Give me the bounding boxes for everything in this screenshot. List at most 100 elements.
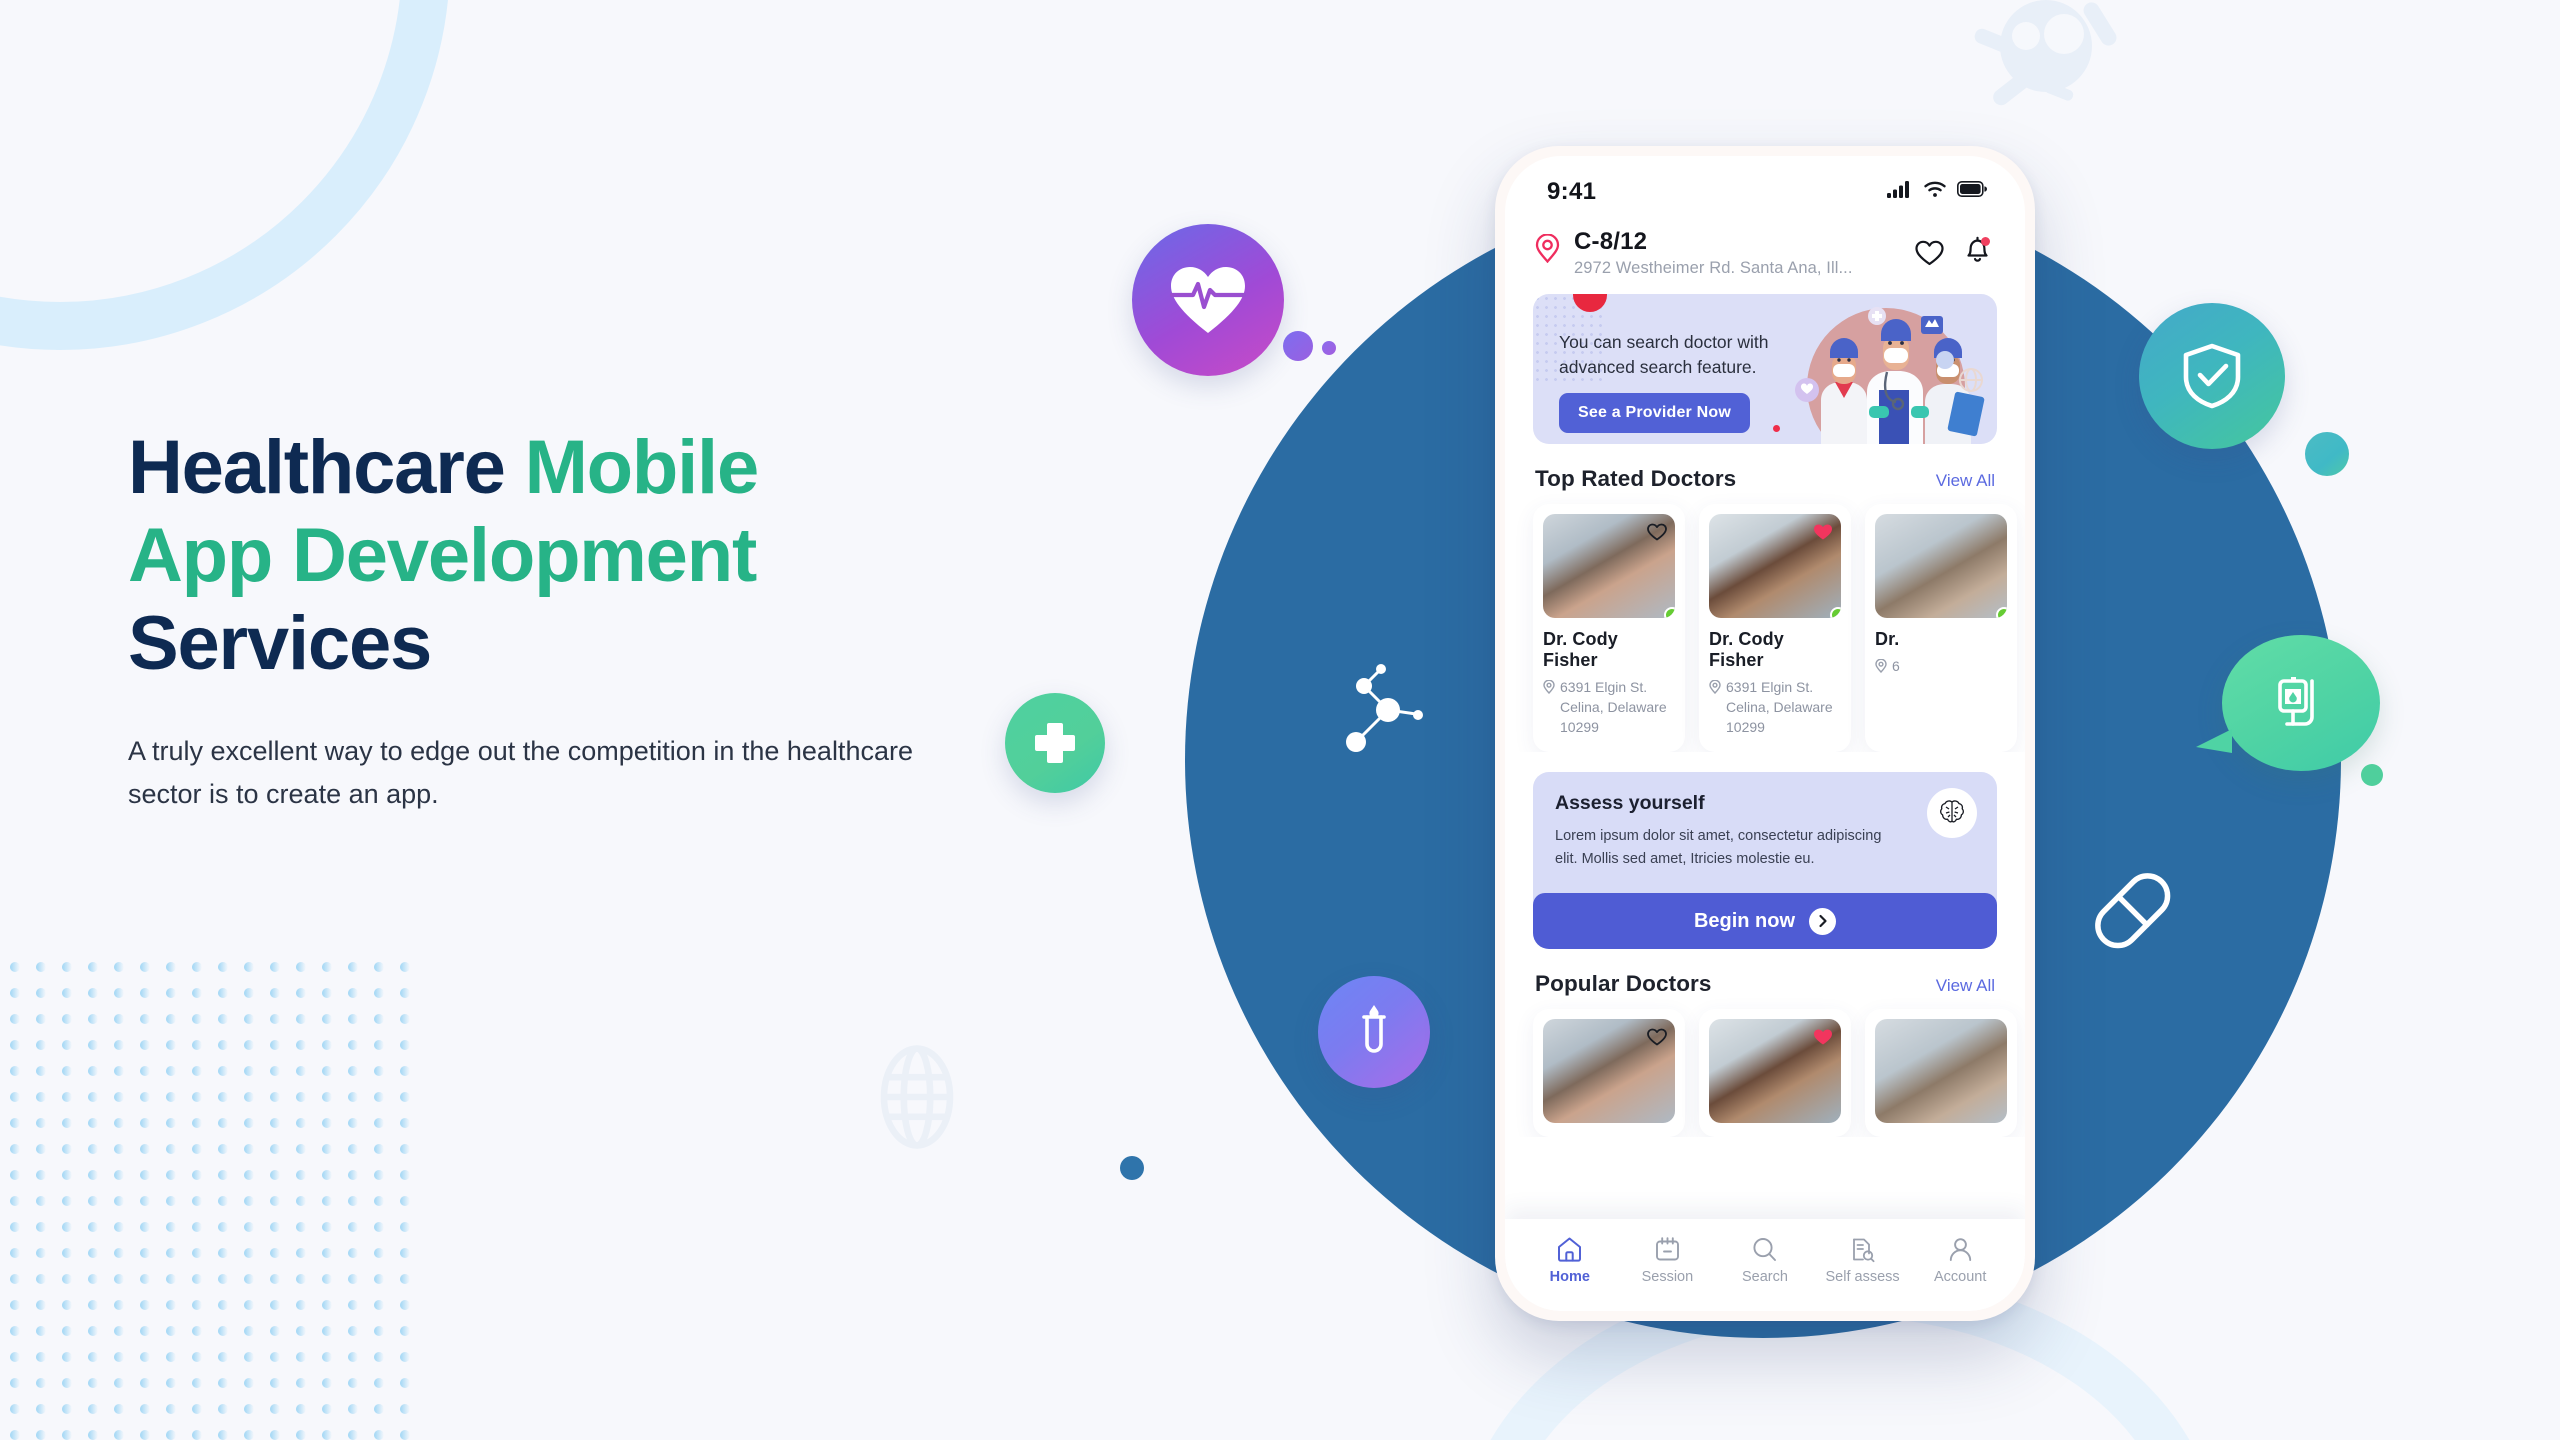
calendar-icon <box>1655 1236 1679 1260</box>
online-status-dot <box>1996 607 2007 618</box>
doctor-photo <box>1543 1019 1675 1123</box>
popular-view-all[interactable]: View All <box>1936 976 1995 996</box>
favorite-icon[interactable] <box>1646 521 1668 543</box>
doctor-address: 6391 Elgin St. Celina, Delaware 10299 <box>1543 678 1675 738</box>
search-icon <box>1753 1237 1777 1261</box>
favorite-icon-filled[interactable] <box>1812 1026 1834 1048</box>
doctor-card[interactable]: Dr. 6 <box>1865 504 2017 752</box>
notification-bell[interactable] <box>1964 236 1991 269</box>
doctor-card[interactable]: Dr. Cody Fisher 6391 Elgin St. Celina, D… <box>1699 504 1851 752</box>
top-rated-header: Top Rated Doctors View All <box>1505 444 2025 492</box>
globe-icon <box>880 1045 954 1149</box>
doctor-photo <box>1709 514 1841 618</box>
test-tube-icon <box>1318 976 1430 1088</box>
location-address: 2972 Westheimer Rd. Santa Ana, Ill... <box>1574 259 1853 277</box>
tab-search[interactable]: Search <box>1722 1236 1808 1285</box>
bottom-navigation: Home Session Search Self assess Account <box>1505 1219 2025 1311</box>
tab-session[interactable]: Session <box>1624 1236 1710 1285</box>
doctor-address-text: 6391 Elgin St. Celina, Delaware 10299 <box>1560 678 1675 738</box>
decor-dot-purple-large <box>1283 331 1313 361</box>
top-rated-view-all[interactable]: View All <box>1936 471 1995 491</box>
heart-outline-icon[interactable] <box>1915 240 1944 266</box>
user-icon <box>1949 1237 1971 1261</box>
assess-description: Lorem ipsum dolor sit amet, consectetur … <box>1555 827 1882 867</box>
signal-icon <box>1887 181 1909 198</box>
decor-dot-teal <box>2305 432 2349 476</box>
popular-doctor-list[interactable] <box>1505 997 2025 1137</box>
popular-title: Popular Doctors <box>1535 971 1712 996</box>
virus-icon <box>1974 0 2117 106</box>
battery-icon <box>1957 181 1987 197</box>
location-pin-icon <box>1543 680 1555 694</box>
home-icon <box>1558 1237 1582 1262</box>
location-text: C-8/12 2972 Westheimer Rd. Santa Ana, Il… <box>1574 228 1901 278</box>
decor-dot-blue <box>1120 1156 1144 1180</box>
begin-now-button[interactable]: Begin now <box>1533 893 1997 949</box>
assess-body: Assess yourself Lorem ipsum dolor sit am… <box>1533 772 1997 893</box>
tab-session-label: Session <box>1641 1268 1694 1285</box>
location-actions <box>1915 236 1991 269</box>
top-rated-doctor-list[interactable]: Dr. Cody Fisher 6391 Elgin St. Celina, D… <box>1505 492 2025 752</box>
doctor-photo <box>1875 1019 2007 1123</box>
location-pin-icon <box>1875 659 1887 673</box>
location-pin-icon <box>1709 680 1721 694</box>
promo-content: You can search doctor with advanced sear… <box>1533 294 1833 444</box>
hero-subtitle: A truly excellent way to edge out the co… <box>128 736 913 809</box>
doctor-card[interactable] <box>1865 1009 2017 1137</box>
hero-copy: Healthcare Mobile App Development Servic… <box>128 424 1088 815</box>
doctor-card[interactable] <box>1699 1009 1851 1137</box>
top-rated-title: Top Rated Doctors <box>1535 466 1737 491</box>
page-title: Healthcare Mobile App Development Servic… <box>128 424 1088 688</box>
begin-now-label: Begin now <box>1693 909 1796 932</box>
doctor-address-text: 6 <box>1892 657 1900 677</box>
doctor-portrait-image <box>1875 1019 2007 1123</box>
doctor-address-text: 6391 Elgin St. Celina, Delaware 10299 <box>1726 678 1841 738</box>
doctor-photo <box>1875 514 2007 618</box>
document-search-icon <box>1853 1238 1875 1262</box>
promo-banner[interactable]: You can search doctor with advanced sear… <box>1533 294 1997 444</box>
favorite-icon-filled[interactable] <box>1812 521 1834 543</box>
wifi-icon <box>1924 181 1946 197</box>
shield-check-icon <box>2139 303 2285 449</box>
location-bar: C-8/12 2972 Westheimer Rd. Santa Ana, Il… <box>1505 218 2025 278</box>
tab-account-label: Account <box>1933 1268 1987 1285</box>
doctor-name: Dr. Cody Fisher <box>1709 629 1784 670</box>
heart-pulse-icon <box>1132 224 1284 376</box>
assess-card: Assess yourself Lorem ipsum dolor sit am… <box>1533 771 1997 949</box>
tab-home[interactable]: Home <box>1527 1236 1613 1285</box>
doctor-photo <box>1543 514 1675 618</box>
favorite-icon[interactable] <box>1646 1026 1668 1048</box>
notification-badge <box>1981 237 1990 246</box>
decor-dot-purple-small <box>1322 341 1336 355</box>
tab-account[interactable]: Account <box>1917 1236 2003 1285</box>
headline-line1-plain: Healthcare <box>128 425 525 510</box>
pill-capsule-icon <box>2095 873 2171 949</box>
iv-drip-icon <box>2196 635 2380 771</box>
doctor-name: Dr. <box>1875 629 1900 649</box>
doctor-address: 6 <box>1875 657 2007 677</box>
status-time: 9:41 <box>1547 178 1597 205</box>
online-status-dot <box>1664 607 1675 618</box>
brain-icon <box>1927 787 1977 838</box>
doctor-card[interactable] <box>1533 1009 1685 1137</box>
status-bar: 9:41 <box>1505 156 2025 218</box>
decor-halftone-dots <box>0 960 422 1440</box>
see-provider-button[interactable]: See a Provider Now <box>1559 392 1750 433</box>
doctor-name: Dr. Cody Fisher <box>1543 629 1618 670</box>
molecule-icon <box>1346 664 1423 752</box>
doctor-photo <box>1709 1019 1841 1123</box>
phone-mockup: 9:41 C-8/12 2972 Westheimer Rd. Santa An… <box>1495 146 2035 1321</box>
online-status-dot <box>1830 607 1841 618</box>
headline-line2-accent: App Development <box>128 513 757 599</box>
tab-search-label: Search <box>1742 1268 1788 1285</box>
location-pin-icon <box>1535 234 1560 263</box>
chevron-right-icon <box>1809 907 1837 935</box>
promo-text: You can search doctor with advanced sear… <box>1559 332 1769 377</box>
headline-line3-plain: Services <box>128 601 432 687</box>
addr-line1: 6 <box>1892 658 1900 674</box>
headline-line1-accent: Mobile <box>524 425 760 510</box>
doctor-card[interactable]: Dr. Cody Fisher 6391 Elgin St. Celina, D… <box>1533 504 1685 752</box>
assess-title: Assess yourself <box>1555 791 1705 814</box>
doctor-portrait-image <box>1875 514 2007 618</box>
tab-self-assess[interactable]: Self assess <box>1820 1236 1906 1285</box>
